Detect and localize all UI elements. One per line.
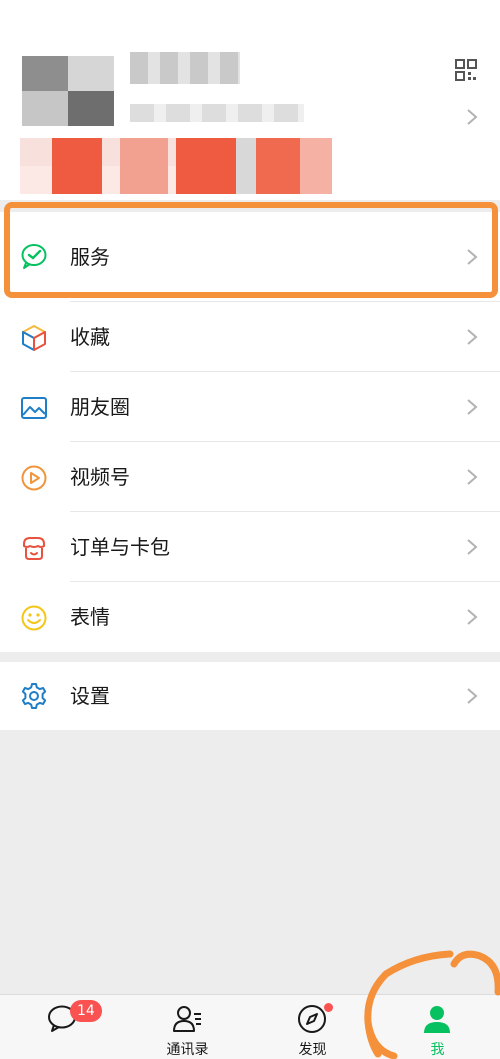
- chevron-right-icon: [467, 609, 478, 625]
- favorites-cube-icon: [22, 325, 46, 351]
- menu-item-orders-cards[interactable]: 订单与卡包: [0, 512, 500, 582]
- contacts-icon: [173, 1006, 201, 1032]
- menu-item-moments[interactable]: 朋友圈: [0, 372, 500, 442]
- tab-discover[interactable]: 发现: [250, 995, 375, 1059]
- wechat-id-blurred: [130, 104, 304, 122]
- sticker-smiley-icon: [21, 605, 47, 631]
- qr-code-icon[interactable]: [454, 58, 478, 82]
- menu-group-main: 服务 收藏 朋友圈 视频号 订单与卡包 表情: [0, 212, 500, 652]
- menu-item-settings[interactable]: 设置: [0, 662, 500, 730]
- tab-label: 通讯录: [166, 1042, 209, 1058]
- chevron-right-icon: [467, 109, 478, 125]
- discover-notification-dot: [324, 1003, 333, 1012]
- menu-item-label: 表情: [70, 605, 110, 629]
- menu-item-label: 朋友圈: [70, 395, 130, 419]
- moments-picture-icon: [21, 397, 47, 419]
- wechat-pay-icon: [21, 244, 47, 269]
- menu-item-label: 收藏: [70, 325, 110, 349]
- status-blurred[interactable]: [20, 138, 332, 194]
- tab-label: 我: [430, 1042, 445, 1058]
- menu-item-label: 视频号: [70, 465, 130, 489]
- chevron-right-icon: [467, 329, 478, 345]
- chevron-right-icon: [467, 469, 478, 485]
- chevron-right-icon: [467, 399, 478, 415]
- tab-label: 发现: [298, 1042, 327, 1058]
- profile-header[interactable]: [0, 0, 500, 200]
- chevron-right-icon: [467, 688, 478, 704]
- tab-chats[interactable]: 14: [0, 995, 125, 1059]
- menu-item-label: 订单与卡包: [70, 535, 170, 559]
- menu-item-label: 服务: [70, 245, 110, 269]
- tab-me[interactable]: 我: [375, 995, 500, 1059]
- menu-item-favorites[interactable]: 收藏: [0, 302, 500, 372]
- menu-item-channels[interactable]: 视频号: [0, 442, 500, 512]
- menu-item-label: 设置: [70, 684, 110, 708]
- menu-item-services[interactable]: 服务: [0, 212, 500, 302]
- unread-badge: 14: [70, 1000, 102, 1022]
- tab-contacts[interactable]: 通讯录: [125, 995, 250, 1059]
- avatar[interactable]: [22, 56, 114, 126]
- chevron-right-icon: [467, 539, 478, 555]
- orders-cards-icon: [23, 537, 45, 560]
- me-person-icon: [424, 1006, 450, 1033]
- settings-gear-icon: [21, 683, 47, 709]
- menu-group-settings: 设置: [0, 662, 500, 730]
- menu-item-stickers[interactable]: 表情: [0, 582, 500, 652]
- chevron-right-icon: [467, 249, 478, 265]
- video-channels-icon: [21, 465, 47, 491]
- profile-name-blurred: [130, 52, 240, 84]
- bottom-tab-bar: 14 通讯录 发现 我: [0, 994, 500, 1059]
